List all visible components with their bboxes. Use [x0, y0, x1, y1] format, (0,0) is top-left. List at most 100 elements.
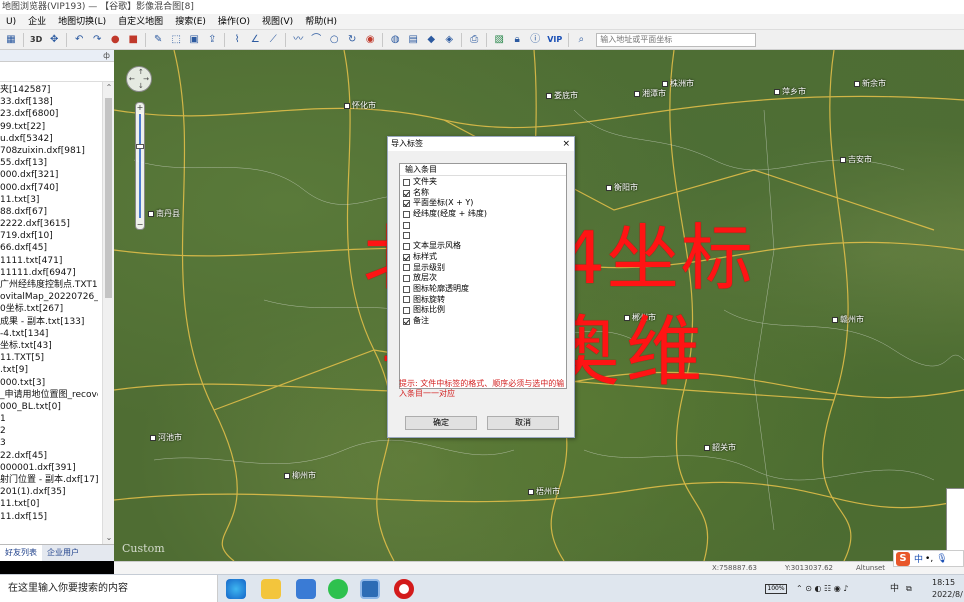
pan-icon[interactable]: ✥ — [47, 33, 61, 47]
checkbox[interactable] — [403, 210, 410, 218]
checkbox[interactable] — [403, 178, 410, 186]
list-item[interactable]: 11.dxf[15] — [0, 511, 98, 523]
list-item[interactable]: u.dxf[5342] — [0, 133, 98, 145]
menu-item[interactable]: 帮助(H) — [299, 14, 343, 30]
list-item[interactable]: 射门位置 - 副本.dxf[17] — [0, 474, 98, 486]
recorder-icon[interactable] — [394, 579, 414, 599]
city-label[interactable]: 衡阳市 — [606, 182, 638, 193]
export-icon[interactable]: ⇪ — [205, 33, 219, 47]
list-item[interactable]: 000_BL.txt[0] — [0, 401, 98, 413]
list-item[interactable]: 广州经纬度控制点.TXT1.txt — [0, 279, 98, 291]
store-icon[interactable] — [296, 579, 316, 599]
ruler-icon[interactable]: ⟋ — [266, 33, 280, 47]
list-item[interactable]: 000001.dxf[391] — [0, 462, 98, 474]
scrollbar-thumb[interactable] — [105, 98, 112, 298]
checkbox-checked[interactable] — [403, 189, 410, 197]
city-label[interactable]: 株洲市 — [662, 78, 694, 89]
zoom-in-icon[interactable]: + — [136, 103, 144, 112]
checkbox[interactable] — [403, 296, 410, 304]
city-label[interactable]: 萍乡市 — [774, 86, 806, 97]
list-item[interactable]: 000.dxf[321] — [0, 169, 98, 181]
list-item[interactable]: -4.txt[134] — [0, 328, 98, 340]
ime-toolbar[interactable]: S 中 •, 🎙︎ — [893, 550, 964, 567]
lock-icon[interactable]: 🔒︎ — [510, 33, 524, 47]
checkbox[interactable] — [403, 221, 410, 229]
list-item[interactable]: _申请用地位置图_recover. — [0, 389, 98, 401]
list-item[interactable]: 88.dxf[67] — [0, 206, 98, 218]
layers-icon[interactable]: ▦ — [4, 33, 18, 47]
ok-button[interactable]: 确定 — [405, 416, 477, 430]
stack-icon[interactable]: ▤ — [406, 33, 420, 47]
edit-icon[interactable]: ✎ — [151, 33, 165, 47]
field-checkbox-row[interactable]: 名称 — [403, 188, 566, 199]
list-item[interactable]: 55.dxf[13] — [0, 157, 98, 169]
address-search-input[interactable] — [596, 32, 757, 47]
redo-icon[interactable]: ↷ — [90, 33, 104, 47]
file-explorer-icon[interactable] — [261, 579, 281, 599]
refresh-icon[interactable]: ↻ — [345, 33, 359, 47]
list-item[interactable]: 719.dxf[10] — [0, 230, 98, 242]
close-icon[interactable]: × — [562, 137, 570, 151]
field-checkbox-row[interactable]: 平面坐标(X + Y) — [403, 198, 566, 209]
list-item[interactable]: 11.txt[0] — [0, 498, 98, 510]
menu-item[interactable]: 企业 — [22, 14, 52, 30]
checkbox[interactable] — [403, 232, 410, 240]
shape-icon[interactable]: ◆ — [424, 33, 438, 47]
checkbox-checked[interactable] — [403, 200, 410, 208]
battery-icon[interactable]: 100% — [765, 584, 787, 594]
pin-icon[interactable]: ● — [108, 33, 122, 47]
list-item[interactable]: 708zuixin.dxf[981] — [0, 145, 98, 157]
list-item[interactable]: 2 — [0, 425, 98, 437]
menu-item[interactable]: 地图切换(L) — [52, 14, 112, 30]
checkbox[interactable] — [403, 264, 410, 272]
list-item[interactable]: 夹[142587] — [0, 84, 98, 96]
city-label[interactable]: 韶关市 — [704, 442, 736, 453]
menu-item[interactable]: 操作(O) — [212, 14, 256, 30]
pan-east-icon[interactable]: → — [143, 75, 149, 83]
field-checkbox-row[interactable]: 备注 — [403, 316, 566, 327]
scroll-down-icon[interactable]: ⌄ — [103, 532, 114, 544]
record-icon[interactable]: ◉ — [363, 33, 377, 47]
tray-icons[interactable]: ⌃ ⊙ ◐ ☷ ◉ ♪ — [796, 575, 848, 602]
city-label[interactable]: 河池市 — [150, 432, 182, 443]
city-label[interactable]: 怀化市 — [344, 100, 376, 111]
list-item[interactable]: 000.dxf[740] — [0, 182, 98, 194]
list-item[interactable]: 坐标.txt[43] — [0, 340, 98, 352]
list-item[interactable]: 22.dxf[45] — [0, 450, 98, 462]
list-item[interactable]: 2222.dxf[3615] — [0, 218, 98, 230]
wechat-icon[interactable] — [328, 579, 348, 599]
list-item[interactable]: 成果 - 副本.txt[133] — [0, 316, 98, 328]
ime-punct[interactable]: •, — [925, 554, 933, 564]
tab-enterprise[interactable]: 企业用户 — [42, 545, 84, 561]
list-item[interactable]: 000.txt[3] — [0, 377, 98, 389]
list-item[interactable]: ovitalMap_20220726_155 — [0, 291, 98, 303]
print-icon[interactable]: ⎙ — [467, 33, 481, 47]
list-item[interactable]: 11.TXT[5] — [0, 352, 98, 364]
menu-item[interactable]: 视图(V) — [256, 14, 299, 30]
pan-control[interactable]: ↑ ↓ ← → — [126, 66, 152, 92]
city-label[interactable]: 吉安市 — [840, 154, 872, 165]
checkbox[interactable] — [403, 285, 410, 293]
checkbox-checked[interactable] — [403, 253, 410, 261]
track-icon[interactable]: 〰 — [291, 33, 305, 47]
tab-friends[interactable]: 好友列表 — [0, 545, 42, 561]
field-checkbox-row[interactable]: 图标比例 — [403, 305, 566, 316]
menu-item[interactable]: 搜索(E) — [169, 14, 212, 30]
microphone-icon[interactable]: 🎙︎ — [936, 554, 947, 564]
pin-panel-icon[interactable]: ф — [103, 50, 110, 62]
ovitalmap-icon[interactable] — [360, 579, 380, 599]
rect-select-icon[interactable]: ■ — [126, 33, 140, 47]
field-checkbox-row[interactable]: 图标旋转 — [403, 295, 566, 306]
menu-item[interactable]: 自定义地图 — [112, 14, 169, 30]
fill-icon[interactable]: ◈ — [442, 33, 456, 47]
input-language[interactable]: 中 — [890, 575, 899, 602]
scroll-up-icon[interactable]: ⌃ — [103, 82, 114, 94]
polyline-icon[interactable]: ⌇ — [230, 33, 244, 47]
list-item[interactable]: 23.dxf[6800] — [0, 108, 98, 120]
search-icon[interactable]: ⌕ — [574, 33, 588, 47]
taskbar-search[interactable]: 在这里输入你要搜索的内容 — [0, 575, 218, 602]
city-label[interactable]: 南丹县 — [148, 208, 180, 219]
window-icon[interactable]: ▧ — [492, 33, 506, 47]
checkbox[interactable] — [403, 307, 410, 315]
city-label[interactable]: 柳州市 — [284, 470, 316, 481]
